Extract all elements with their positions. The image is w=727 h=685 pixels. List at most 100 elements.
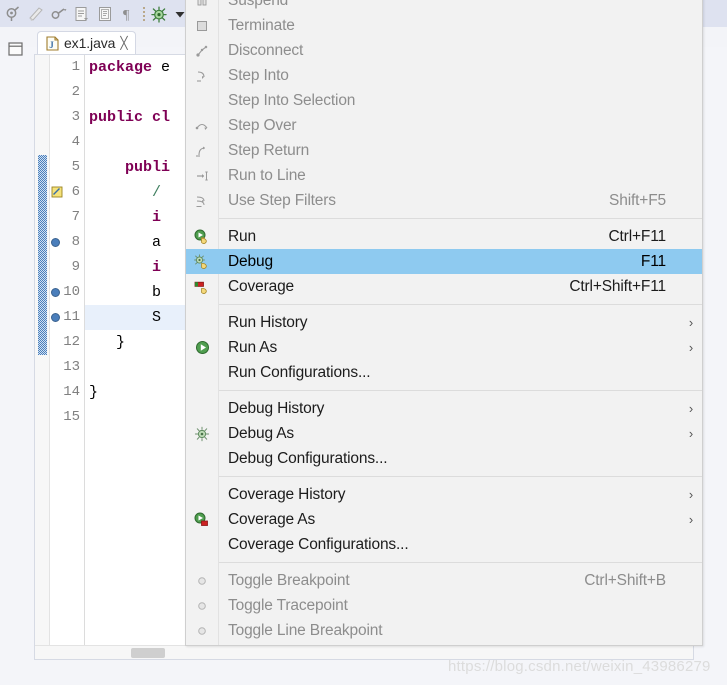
main-toolbar: ¶ [0, 0, 189, 27]
menu-item-coverage-configurations[interactable]: Coverage Configurations... [186, 532, 702, 557]
menu-item-run-history[interactable]: Run History › [186, 310, 702, 335]
menu-item-label: Step Return [228, 141, 310, 159]
change-ruler [35, 55, 50, 659]
breakpoint-icon [186, 618, 218, 643]
menu-item-label: Suspend [228, 0, 289, 9]
line-number: 10 [63, 284, 80, 300]
new-java-file-icon[interactable] [71, 3, 93, 25]
quickfix-marker-icon[interactable] [51, 186, 63, 198]
menu-item-label: Toggle Tracepoint [228, 596, 348, 614]
line-number: 11 [63, 309, 80, 325]
gutter-line: 1 [50, 55, 84, 80]
gutter-line: 13 [50, 355, 84, 380]
menu-item-label: Run [228, 227, 256, 245]
editor-tab-label: ex1.java [64, 35, 116, 51]
menu-item-label: Coverage Configurations... [228, 535, 409, 553]
step-return-icon [186, 138, 218, 163]
gutter-line: 8 [50, 230, 84, 255]
submenu-chevron-right-icon: › [688, 512, 694, 527]
menu-item-coverage[interactable]: Coverage Ctrl+Shift+F11 [186, 274, 702, 299]
menu-item-run-as[interactable]: Run As › [186, 335, 702, 360]
menu-separator [219, 562, 702, 563]
run-icon[interactable] [25, 3, 47, 25]
menu-item-toggle-line-breakpoint[interactable]: Toggle Line Breakpoint [186, 618, 702, 643]
no-icon [186, 88, 218, 113]
menu-item-label: Run History [228, 313, 308, 331]
menu-item-label: Run As [228, 338, 278, 356]
gutter-line: 2 [50, 80, 84, 105]
toolbar-separator [140, 3, 147, 25]
line-number: 14 [63, 384, 80, 400]
menu-item-label: Step Over [228, 116, 297, 134]
menu-item-debug[interactable]: Debug F11 [186, 249, 702, 274]
menu-item-label: Coverage [228, 277, 295, 295]
menu-item-label: Step Into [228, 66, 289, 84]
open-type-icon[interactable] [94, 3, 116, 25]
menu-item-run[interactable]: Run Ctrl+F11 [186, 224, 702, 249]
menu-item-debug-as[interactable]: Debug As › [186, 421, 702, 446]
breakpoint-marker-icon[interactable] [51, 288, 60, 297]
breakpoint-icon [186, 568, 218, 593]
debug-as-icon [186, 421, 218, 446]
line-number: 7 [71, 209, 80, 225]
no-icon [186, 310, 218, 335]
terminate-icon [186, 13, 218, 38]
menu-item-run-to-line[interactable]: Run to Line [186, 163, 702, 188]
breakpoint-marker-icon[interactable] [51, 313, 60, 322]
menu-item-step-into[interactable]: Step Into [186, 63, 702, 88]
submenu-chevron-right-icon: › [688, 315, 694, 330]
step-into-icon [186, 63, 218, 88]
breakpoint-marker-icon[interactable] [51, 238, 60, 247]
menu-item-step-return[interactable]: Step Return [186, 138, 702, 163]
no-icon [186, 360, 218, 385]
menu-item-coverage-history[interactable]: Coverage History › [186, 482, 702, 507]
line-number: 12 [63, 334, 80, 350]
gutter-line: 4 [50, 130, 84, 155]
step-filters-icon [186, 188, 218, 213]
menu-item-step-into-selection[interactable]: Step Into Selection [186, 88, 702, 113]
gutter-line: 5⊖ [50, 155, 95, 180]
run-as-icon [186, 335, 218, 360]
run-context-menu: Suspend Terminate Disconnect Step Into Step … [185, 0, 703, 646]
line-number: 6 [71, 184, 80, 200]
change-bar [38, 155, 47, 355]
line-number: 1 [71, 59, 80, 75]
menu-item-disconnect[interactable]: Disconnect [186, 38, 702, 63]
submenu-chevron-right-icon: › [688, 340, 694, 355]
menu-item-suspend[interactable]: Suspend [186, 0, 702, 13]
menu-item-debug-history[interactable]: Debug History › [186, 396, 702, 421]
editor-tab-ex1java[interactable]: J ex1.java ╳ [37, 31, 136, 54]
menu-item-accelerator: Ctrl+Shift+B [584, 571, 666, 589]
menu-item-run-configurations[interactable]: Run Configurations... [186, 360, 702, 385]
menu-item-toggle-breakpoint[interactable]: Toggle Breakpoint Ctrl+Shift+B [186, 568, 702, 593]
menu-item-label: Debug As [228, 424, 295, 442]
scrollbar-thumb[interactable] [131, 648, 165, 658]
menu-item-coverage-as[interactable]: Coverage As › [186, 507, 702, 532]
pilcrow-icon[interactable]: ¶ [117, 3, 139, 25]
menu-item-label: Toggle Breakpoint [228, 571, 350, 589]
java-file-icon: J [46, 35, 59, 51]
menu-item-label: Coverage History [228, 485, 346, 503]
restore-view-icon[interactable] [4, 39, 26, 59]
run-icon [186, 224, 218, 249]
line-number: 9 [71, 259, 80, 275]
horizontal-scrollbar[interactable] [35, 645, 693, 659]
editor-gutter[interactable]: 12345⊖6789101112131415 [50, 55, 95, 659]
menu-item-label: Disconnect [228, 41, 304, 59]
menu-item-label: Debug [228, 252, 273, 270]
debug-bug-icon[interactable] [148, 3, 170, 25]
no-icon [186, 532, 218, 557]
menu-item-toggle-tracepoint[interactable]: Toggle Tracepoint [186, 593, 702, 618]
menu-item-use-step-filters[interactable]: Use Step Filters Shift+F5 [186, 188, 702, 213]
menu-item-accelerator: Shift+F5 [609, 191, 666, 209]
menu-item-debug-configurations[interactable]: Debug Configurations... [186, 446, 702, 471]
menu-item-label: Use Step Filters [228, 191, 336, 209]
menu-item-terminate[interactable]: Terminate [186, 13, 702, 38]
close-icon[interactable]: ╳ [120, 37, 127, 49]
menu-item-label: Toggle Line Breakpoint [228, 621, 383, 639]
suspend-icon [186, 0, 218, 13]
debug-icon[interactable] [2, 3, 24, 25]
external-tools-icon[interactable] [48, 3, 70, 25]
menu-item-step-over[interactable]: Step Over [186, 113, 702, 138]
menu-item-accelerator: F11 [640, 252, 666, 270]
